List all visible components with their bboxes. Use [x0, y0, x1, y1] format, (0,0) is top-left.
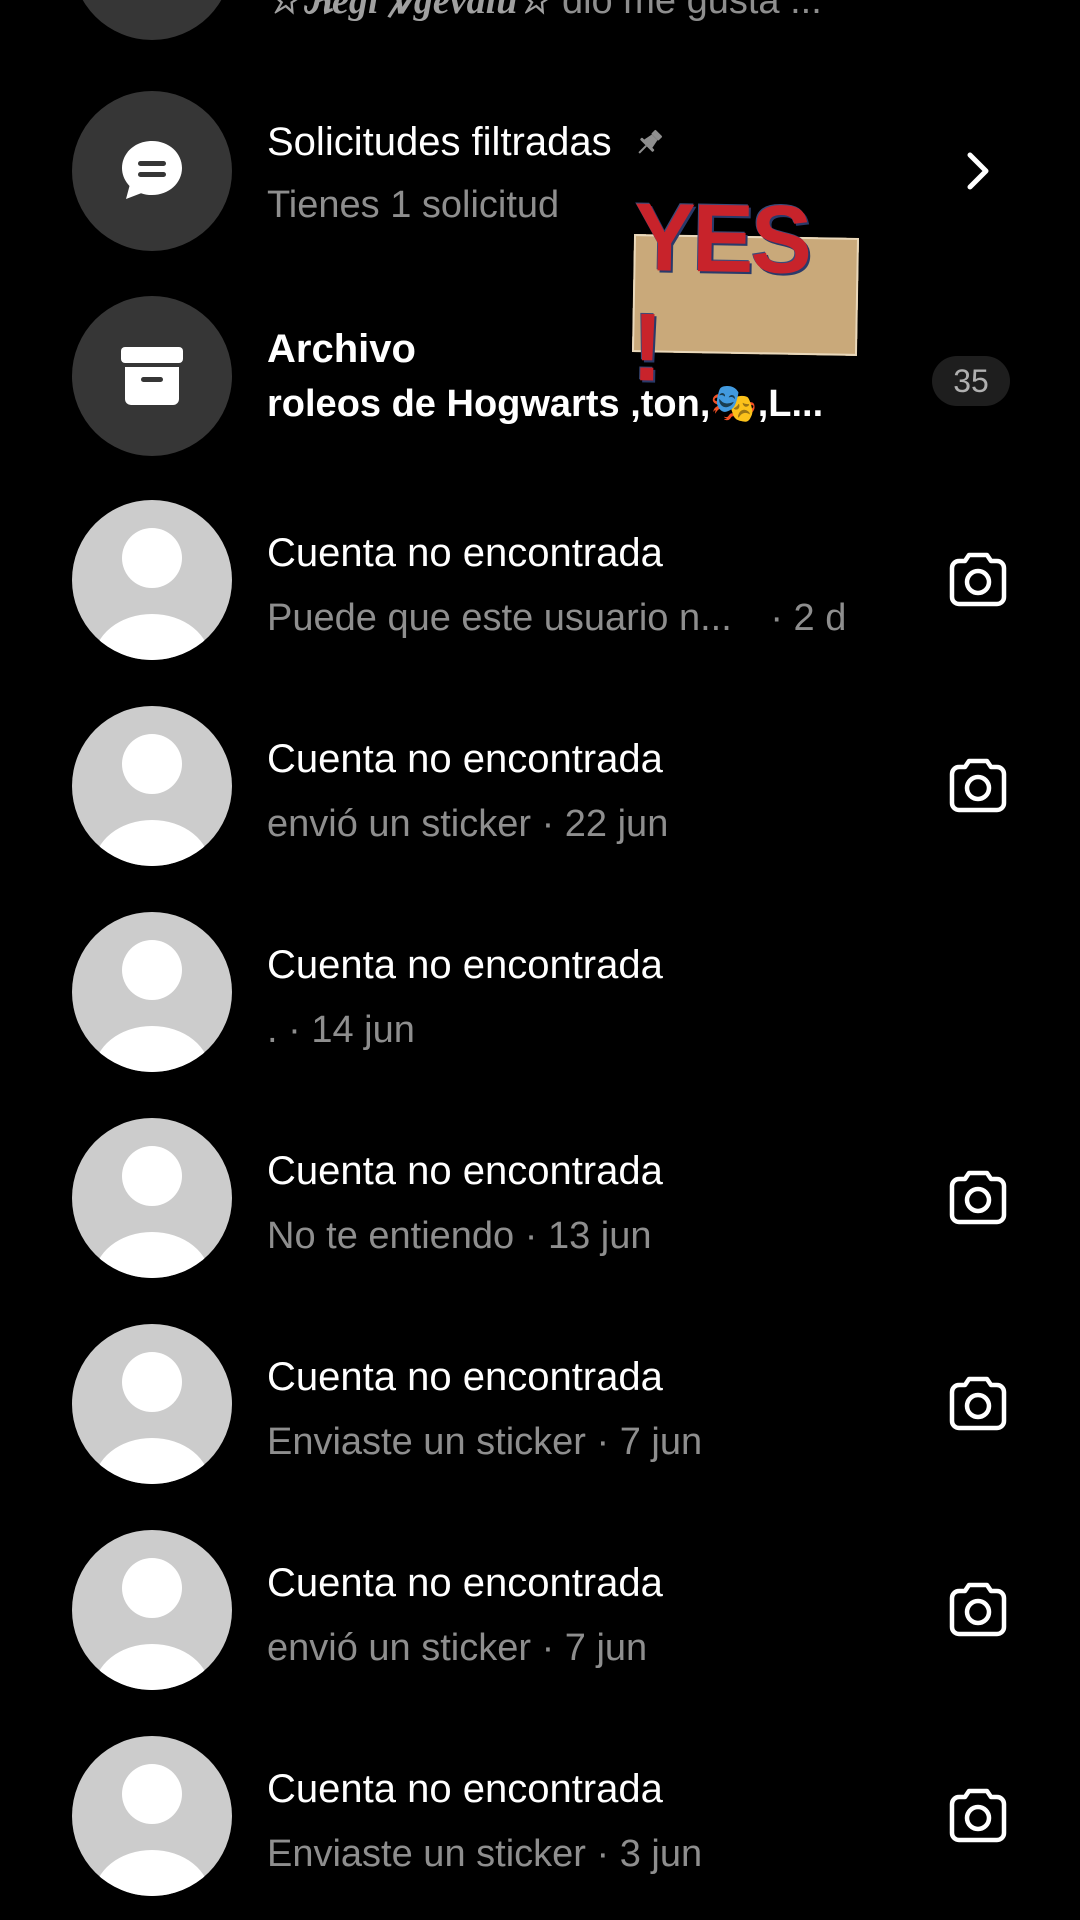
camera-icon[interactable] [946, 754, 1010, 818]
avatar [72, 0, 232, 40]
message-preview: Enviaste un sticker [267, 1421, 586, 1463]
chevron-right-icon[interactable] [946, 139, 1010, 203]
message-preview: No te entiendo [267, 1215, 515, 1257]
default-avatar [72, 1530, 232, 1690]
user-silhouette-icon [94, 734, 210, 866]
archive-box-icon [121, 347, 183, 405]
message-time: · 7 jun [596, 1421, 703, 1463]
message-preview: envió un sticker [267, 1627, 532, 1669]
filtered-requests-row[interactable]: Solicitudes filtradas Tienes 1 solicitud [0, 69, 1080, 274]
camera-icon[interactable] [946, 1166, 1010, 1230]
message-preview: envió un sticker [267, 803, 532, 845]
user-silhouette-icon [94, 528, 210, 660]
message-preview: Puede que este usuario n... [267, 597, 732, 639]
message-preview: . [267, 1009, 278, 1051]
conversation-row[interactable]: Cuenta no encontrada envió un sticker · … [0, 1508, 1080, 1713]
default-avatar [72, 1324, 232, 1484]
message-preview-line: envió un sticker · 7 jun [267, 1625, 647, 1671]
message-preview-line: Enviaste un sticker · 3 jun [267, 1831, 702, 1877]
contact-name: Cuenta no encontrada [267, 1767, 663, 1811]
contact-name: Cuenta no encontrada [267, 1355, 663, 1399]
message-preview-line: envió un sticker · 22 jun [267, 801, 668, 847]
message-time: · 7 jun [541, 1627, 648, 1669]
filtered-requests-subtitle: Tienes 1 solicitud [267, 184, 560, 226]
pin-icon [638, 129, 662, 154]
camera-icon[interactable] [946, 1578, 1010, 1642]
contact-name: Cuenta no encontrada [267, 1561, 663, 1605]
conversation-row[interactable]: Cuenta no encontrada envió un sticker · … [0, 684, 1080, 889]
conversation-row[interactable]: Cuenta no encontrada Enviaste un sticker… [0, 1714, 1080, 1919]
user-silhouette-icon [94, 1352, 210, 1484]
camera-icon[interactable] [946, 1372, 1010, 1436]
user-silhouette-icon [94, 1558, 210, 1690]
contact-name: Cuenta no encontrada [267, 943, 663, 987]
top-row-name: ☆ℜegi ℣gevaiu☆ [267, 0, 552, 22]
message-preview-line: Puede que este usuario n... · 2 d [267, 595, 846, 641]
conversation-row[interactable]: Cuenta no encontrada Puede que este usua… [0, 478, 1080, 683]
archive-count-badge: 35 [932, 356, 1010, 406]
default-avatar [72, 1118, 232, 1278]
message-preview-line: . · 14 jun [267, 1007, 415, 1053]
message-preview-line: Enviaste un sticker · 7 jun [267, 1419, 702, 1465]
archive-subtitle: roleos de Hogwarts ,ton,🎭,L... [267, 383, 824, 425]
user-silhouette-icon [94, 940, 210, 1072]
user-silhouette-icon [94, 1146, 210, 1278]
message-time: · 13 jun [524, 1215, 652, 1257]
filtered-requests-avatar [72, 91, 232, 251]
message-time: · 14 jun [288, 1009, 415, 1051]
conversation-row[interactable]: Cuenta no encontrada . · 14 jun [0, 890, 1080, 1095]
message-time: · 2 d [770, 597, 847, 639]
archive-avatar [72, 296, 232, 456]
filtered-requests-title: Solicitudes filtradas [267, 120, 612, 164]
camera-icon[interactable] [946, 1784, 1010, 1848]
message-time: · 22 jun [541, 803, 669, 845]
user-silhouette-icon [94, 1764, 210, 1896]
chat-bubble-icon [122, 141, 182, 199]
default-avatar [72, 1736, 232, 1896]
default-avatar [72, 912, 232, 1072]
contact-name: Cuenta no encontrada [267, 531, 663, 575]
message-preview-line: No te entiendo · 13 jun [267, 1213, 652, 1259]
message-time: · 3 jun [596, 1833, 703, 1875]
contact-name: Cuenta no encontrada [267, 737, 663, 781]
default-avatar [72, 500, 232, 660]
default-avatar [72, 706, 232, 866]
contact-name: Cuenta no encontrada [267, 1149, 663, 1193]
top-row-text: ☆ℜegi ℣gevaiu☆ dio me gusta ... [267, 0, 822, 24]
message-preview: Enviaste un sticker [267, 1833, 586, 1875]
conversation-row[interactable]: Cuenta no encontrada Enviaste un sticker… [0, 1302, 1080, 1507]
archive-row[interactable]: Archivo roleos de Hogwarts ,ton,🎭,L... 3… [0, 274, 1080, 479]
archive-title: Archivo [267, 327, 416, 371]
camera-icon[interactable] [946, 548, 1010, 612]
conversation-row[interactable]: Cuenta no encontrada No te entiendo · 13… [0, 1096, 1080, 1301]
top-row-preview: dio me gusta ... [561, 0, 822, 22]
